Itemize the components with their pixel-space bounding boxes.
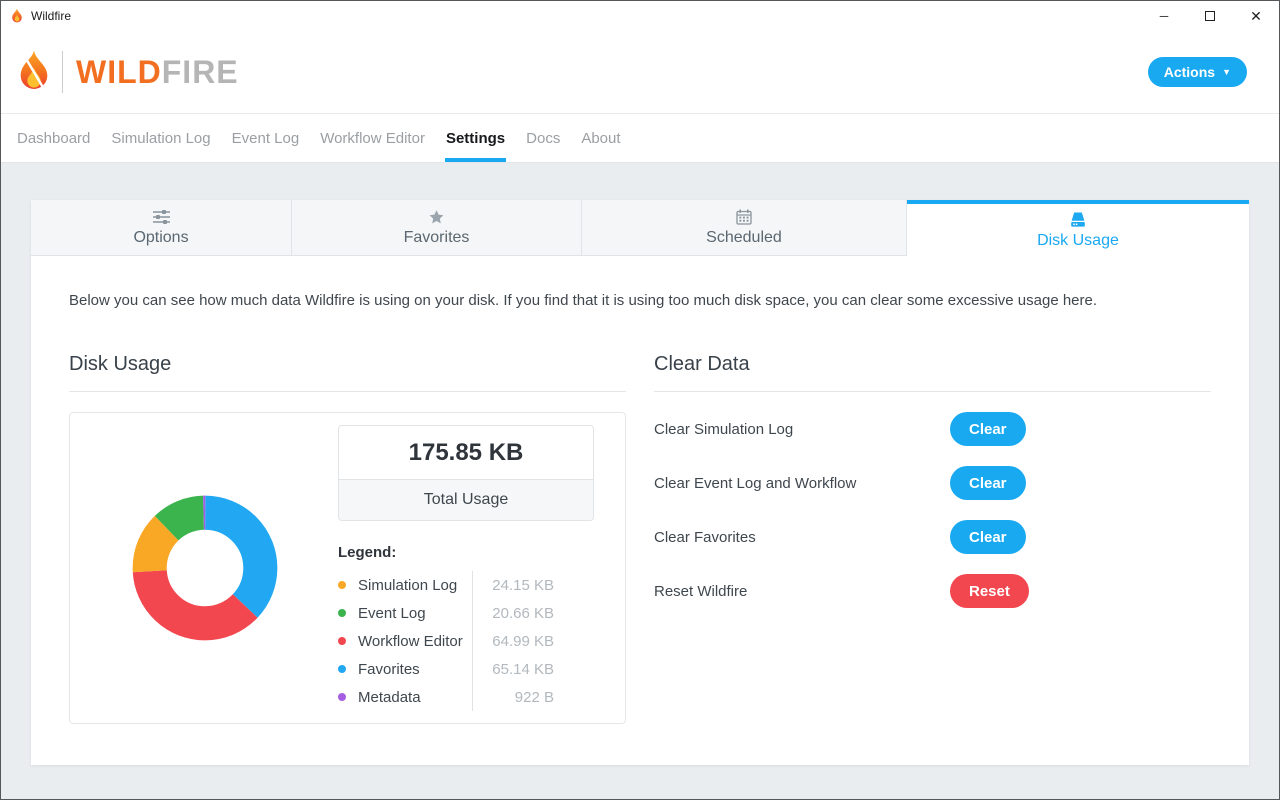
legend-dot xyxy=(338,665,346,673)
legend-heading: Legend: xyxy=(338,544,397,561)
settings-tabs: Options Favorites Scheduled Disk Usage xyxy=(31,200,1249,256)
disk-usage-column: Disk Usage 175.85 KB Total Usage Legend:… xyxy=(69,353,626,724)
nav-item-docs[interactable]: Docs xyxy=(526,114,560,162)
maximize-button[interactable] xyxy=(1187,1,1233,31)
usage-details: 175.85 KB Total Usage Legend: Simulation… xyxy=(338,425,594,711)
logo-text: WILDFIRE xyxy=(76,54,239,91)
legend-label: Event Log xyxy=(358,604,426,622)
minimize-button[interactable]: ─ xyxy=(1141,1,1187,31)
logo-text-primary: WILD xyxy=(76,53,162,90)
reset-wildfire-button[interactable]: Reset xyxy=(950,574,1029,608)
clear-row-clear-event-log-and-workflow: Clear Event Log and Workflow Clear xyxy=(654,466,1211,500)
app-header: WILDFIRE Actions ▼ xyxy=(1,31,1279,113)
tab-favorites[interactable]: Favorites xyxy=(292,200,583,256)
settings-panel: Options Favorites Scheduled Disk Usage Belo… xyxy=(31,200,1249,765)
clear-row-reset-wildfire: Reset Wildfire Reset xyxy=(654,574,1211,608)
tab-label: Options xyxy=(133,229,189,246)
logo-flame-icon xyxy=(20,50,48,89)
legend-label: Metadata xyxy=(358,688,421,706)
clear-row-clear-favorites: Clear Favorites Clear xyxy=(654,520,1211,554)
titlebar: Wildfire ─ ✕ xyxy=(1,1,1279,31)
total-usage-value: 175.85 KB xyxy=(339,426,593,479)
chart-legend: Simulation Log 24.15 KB Event Log 20.66 KB W… xyxy=(338,571,594,711)
clear-simulation-log-button[interactable]: Clear xyxy=(950,412,1026,446)
clear-row-clear-simulation-log: Clear Simulation Log Clear xyxy=(654,412,1211,446)
main-nav: Dashboard Simulation Log Event Log Workflow… xyxy=(1,113,1279,163)
app-flame-icon xyxy=(12,8,22,23)
disk-usage-card: 175.85 KB Total Usage Legend: Simulation… xyxy=(69,412,626,724)
sliders-icon xyxy=(152,208,171,225)
main-area: Options Favorites Scheduled Disk Usage Belo… xyxy=(1,163,1279,799)
legend-dot xyxy=(338,609,346,617)
actions-button-label: Actions xyxy=(1163,64,1216,80)
clear-favorites-button[interactable]: Clear xyxy=(950,520,1026,554)
clear-row-label: Clear Simulation Log xyxy=(654,420,794,438)
logo-divider xyxy=(62,51,63,93)
nav-item-workflow-editor[interactable]: Workflow Editor xyxy=(320,114,425,162)
legend-dot xyxy=(338,637,346,645)
nav-item-dashboard[interactable]: Dashboard xyxy=(17,114,90,162)
close-button[interactable]: ✕ xyxy=(1233,1,1279,31)
clear-data-column: Clear Data Clear Simulation Log Clear Clea… xyxy=(654,353,1211,724)
wildfire-logo: WILDFIRE xyxy=(15,49,239,95)
legend-row-metadata: Metadata 922 B xyxy=(338,683,594,711)
disk-usage-donut-chart xyxy=(132,495,278,641)
clear-row-label: Clear Favorites xyxy=(654,528,756,546)
legend-value: 24.15 KB xyxy=(472,571,594,599)
legend-row-simulation-log: Simulation Log 24.15 KB xyxy=(338,571,594,599)
window-title: Wildfire xyxy=(31,9,72,23)
legend-dot xyxy=(338,581,346,589)
star-icon xyxy=(428,208,445,225)
tab-label: Favorites xyxy=(403,229,470,246)
legend-row-event-log: Event Log 20.66 KB xyxy=(338,599,594,627)
tab-label: Disk Usage xyxy=(1037,231,1119,249)
total-usage-box: 175.85 KB Total Usage xyxy=(338,425,594,521)
app-window: Wildfire ─ ✕ WILDFIRE Actions ▼ Dashboar… xyxy=(0,0,1280,800)
tab-label: Scheduled xyxy=(706,229,782,246)
clear-event-log-and-workflow-button[interactable]: Clear xyxy=(950,466,1026,500)
legend-row-favorites: Favorites 65.14 KB xyxy=(338,655,594,683)
legend-label: Workflow Editor xyxy=(358,632,463,650)
window-controls: ─ ✕ xyxy=(1141,1,1279,31)
nav-item-about[interactable]: About xyxy=(581,114,620,162)
tab-options[interactable]: Options xyxy=(31,200,293,256)
legend-value: 64.99 KB xyxy=(472,627,594,655)
disk-usage-content: Below you can see how much data Wildfire… xyxy=(31,292,1249,724)
tab-disk-usage[interactable]: Disk Usage xyxy=(906,200,1249,256)
clear-row-label: Clear Event Log and Workflow xyxy=(654,474,857,492)
clear-data-list: Clear Simulation Log Clear Clear Event Log… xyxy=(654,412,1211,608)
actions-button[interactable]: Actions ▼ xyxy=(1147,57,1247,87)
calendar-icon xyxy=(736,208,752,225)
clear-row-label: Reset Wildfire xyxy=(654,582,748,600)
nav-item-settings[interactable]: Settings xyxy=(444,114,507,162)
tab-scheduled[interactable]: Scheduled xyxy=(582,200,907,256)
legend-value: 922 B xyxy=(472,683,594,711)
nav-item-event-log[interactable]: Event Log xyxy=(232,114,300,162)
disk-usage-heading: Disk Usage xyxy=(69,353,626,392)
nav-item-simulation-log[interactable]: Simulation Log xyxy=(111,114,210,162)
page-description: Below you can see how much data Wildfire… xyxy=(69,292,1098,309)
legend-label: Simulation Log xyxy=(358,576,458,594)
legend-label: Favorites xyxy=(358,660,420,678)
chevron-down-icon: ▼ xyxy=(1222,67,1231,77)
legend-row-workflow-editor: Workflow Editor 64.99 KB xyxy=(338,627,594,655)
logo-text-secondary: FIRE xyxy=(161,53,239,90)
total-usage-label: Total Usage xyxy=(339,479,593,520)
maximize-icon xyxy=(1205,11,1215,21)
legend-dot xyxy=(338,693,346,701)
clear-data-heading: Clear Data xyxy=(654,353,1211,392)
legend-value: 20.66 KB xyxy=(472,599,594,627)
disk-icon xyxy=(1069,211,1087,228)
legend-value: 65.14 KB xyxy=(472,655,594,683)
